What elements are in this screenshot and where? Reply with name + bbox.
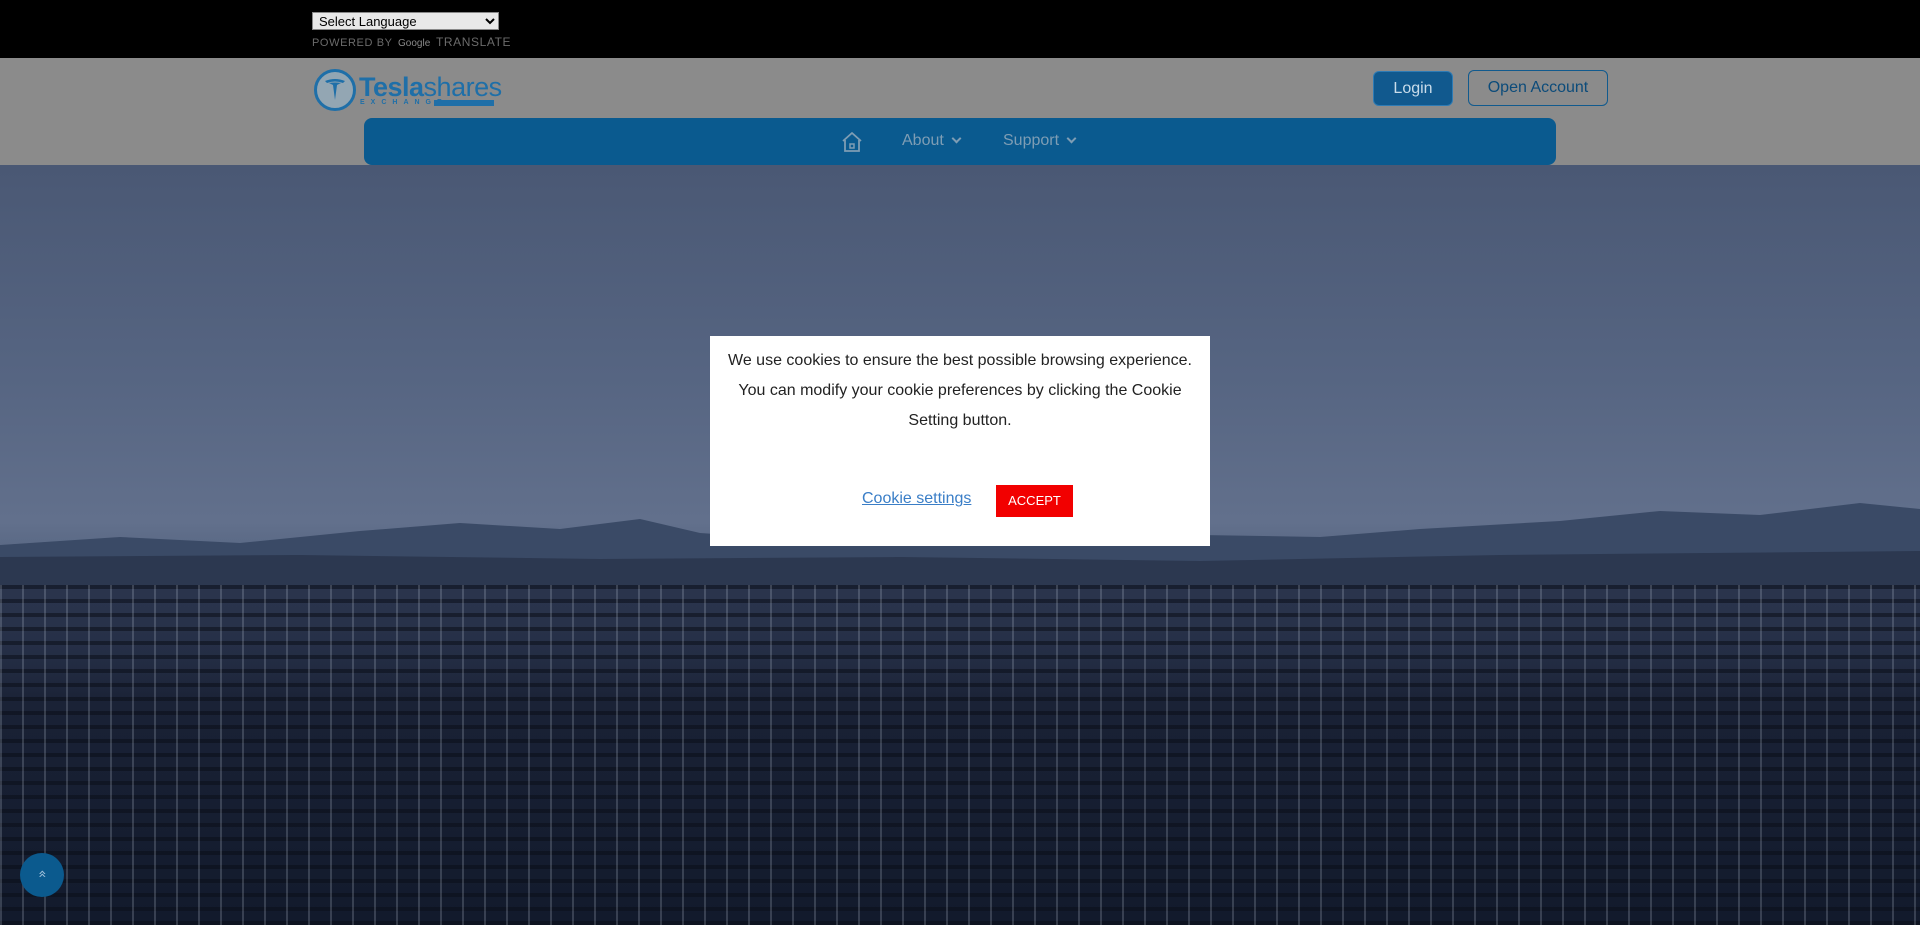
double-chevron-up-icon: » (33, 869, 50, 879)
tesla-logo-icon (314, 69, 356, 111)
nav-item-label: Support (1003, 132, 1060, 149)
powered-by-google-translate: POWERED BY Google TRANSLATE (312, 35, 511, 49)
logo-text-bold: Tesla (359, 72, 424, 102)
scroll-to-top-button[interactable]: » (20, 853, 64, 897)
nav-item-support[interactable]: Support (1003, 132, 1077, 150)
logo-underline (434, 100, 494, 106)
chevron-down-icon (1066, 133, 1077, 144)
nav-item-about[interactable]: About (902, 132, 962, 150)
logo-text-thin: shares (423, 72, 503, 102)
cookie-message: We use cookies to ensure the best possib… (728, 352, 1192, 429)
powered-by-text: POWERED BY (312, 37, 393, 49)
solar-panel-field (0, 585, 1920, 925)
cookie-settings-link[interactable]: Cookie settings (862, 490, 971, 508)
accept-cookies-button[interactable]: ACCEPT (996, 485, 1073, 517)
translate-link[interactable]: TRANSLATE (436, 35, 511, 49)
chevron-down-icon (951, 133, 962, 144)
site-logo[interactable]: Teslashares EXCHANGE (314, 69, 502, 111)
open-account-button[interactable]: Open Account (1468, 70, 1608, 106)
home-icon[interactable] (840, 131, 864, 153)
nav-item-label: About (902, 132, 944, 149)
language-select[interactable]: Select Language (312, 12, 499, 30)
login-button[interactable]: Login (1373, 71, 1453, 106)
main-navbar: About Support (364, 118, 1556, 165)
cookie-consent-modal: We use cookies to ensure the best possib… (710, 336, 1210, 546)
translate-bar: Select Language POWERED BY Google TRANSL… (0, 0, 1920, 58)
google-logo-text[interactable]: Google (398, 38, 430, 49)
